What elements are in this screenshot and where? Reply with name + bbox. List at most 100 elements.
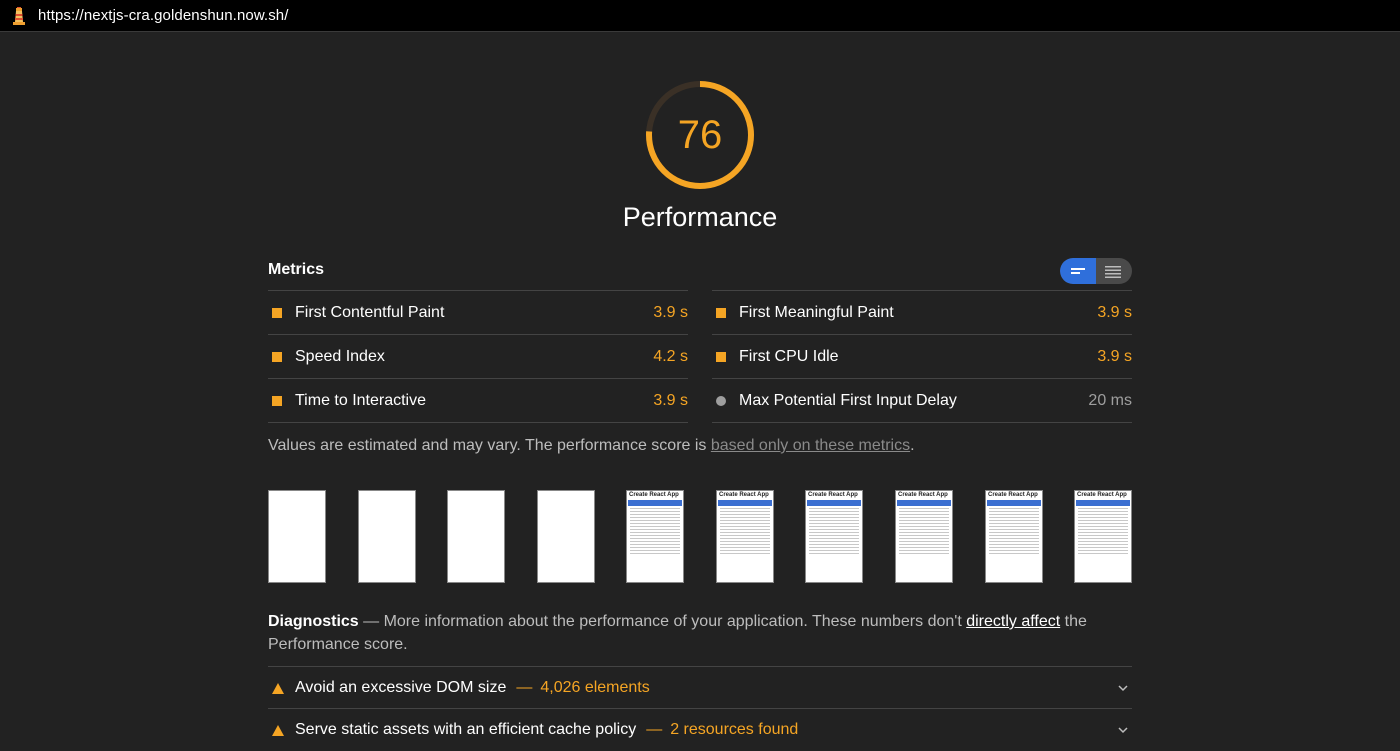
frame-row-line: [899, 553, 949, 554]
frame-row-line: [720, 541, 770, 542]
directly-affect-link[interactable]: directly affect: [966, 613, 1060, 630]
frame-row-line: [899, 541, 949, 542]
metric-time-to-interactive: Time to Interactive 3.9 s: [268, 378, 688, 423]
performance-gauge: 76: [644, 79, 756, 191]
metrics-header: Metrics: [268, 258, 1132, 290]
frame-title: Create React App: [719, 492, 769, 498]
frame-row-line: [989, 511, 1039, 512]
frame-row-line: [720, 553, 770, 554]
frame-row-line: [899, 544, 949, 545]
audit-dom-size[interactable]: Avoid an excessive DOM size — 4,026 elem…: [268, 666, 1132, 709]
metrics-title: Metrics: [268, 261, 325, 278]
audit-detail: 4,026 elements: [540, 679, 650, 696]
metric-name: First Contentful Paint: [295, 303, 445, 321]
note-end: .: [910, 437, 915, 454]
frame-row-line: [899, 529, 949, 530]
frame-row-line: [630, 523, 680, 524]
frame-row-line: [1078, 526, 1128, 527]
frame-row-line: [1078, 511, 1128, 512]
frame-row-line: [1078, 547, 1128, 548]
url-text[interactable]: https://nextjs-cra.goldenshun.now.sh/: [38, 7, 289, 24]
chevron-down-icon[interactable]: [1116, 723, 1130, 737]
filmstrip-frame: Create React App: [716, 490, 774, 583]
average-square-icon: [272, 351, 282, 362]
frame-row-line: [899, 550, 949, 551]
frame-row-line: [1078, 508, 1128, 509]
frame-row-line: [809, 523, 859, 524]
frame-row-line: [1078, 532, 1128, 533]
chevron-down-icon[interactable]: [1116, 681, 1130, 695]
compact-view-toggle[interactable]: [1060, 258, 1096, 284]
frame-row-line: [989, 508, 1039, 509]
metric-name: Time to Interactive: [295, 391, 427, 409]
frame-row-line: [630, 529, 680, 530]
metrics-link[interactable]: based only on these metrics: [711, 437, 910, 454]
metric-name: Max Potential First Input Delay: [739, 391, 957, 409]
frame-row-line: [989, 553, 1039, 554]
frame-header-bar: [628, 500, 682, 506]
frame-row-line: [809, 514, 859, 515]
frame-row-line: [630, 547, 680, 548]
metric-name: Speed Index: [295, 347, 385, 365]
frame-row-line: [1078, 538, 1128, 539]
filmstrip-frame: Create React App: [626, 490, 684, 583]
frame-row-line: [989, 550, 1039, 551]
average-square-icon: [272, 395, 282, 406]
frame-row-line: [809, 529, 859, 530]
frame-row-line: [1078, 514, 1128, 515]
metric-name: First CPU Idle: [739, 347, 839, 365]
frame-row-line: [1078, 529, 1128, 530]
filmstrip-frame: Create React App: [1074, 490, 1132, 583]
average-square-icon: [716, 351, 726, 362]
frame-row-line: [720, 547, 770, 548]
diagnostics-description: Diagnostics — More information about the…: [268, 610, 1132, 656]
filmstrip-frame: [268, 490, 326, 583]
frame-row-line: [720, 523, 770, 524]
diagnostics-title: Diagnostics: [268, 613, 359, 630]
frame-row-line: [720, 520, 770, 521]
filmstrip-frame: [358, 490, 416, 583]
frame-row-line: [630, 517, 680, 518]
frame-row-line: [809, 553, 859, 554]
metrics-right-column: First Meaningful Paint 3.9 s First CPU I…: [712, 290, 1132, 423]
frame-title: Create React App: [898, 492, 948, 498]
frame-row-line: [899, 514, 949, 515]
metrics-view-toggle[interactable]: [1060, 258, 1132, 284]
metric-first-meaningful-paint: First Meaningful Paint 3.9 s: [712, 290, 1132, 334]
frame-row-line: [989, 532, 1039, 533]
frame-row-line: [720, 544, 770, 545]
frame-title: Create React App: [988, 492, 1038, 498]
frame-row-line: [809, 517, 859, 518]
frame-row-line: [630, 511, 680, 512]
frame-row-line: [989, 538, 1039, 539]
expanded-view-toggle[interactable]: [1096, 258, 1132, 284]
lines-icon: [1071, 268, 1085, 274]
average-square-icon: [716, 307, 726, 318]
address-bar: https://nextjs-cra.goldenshun.now.sh/: [0, 0, 1400, 32]
lighthouse-icon: [12, 6, 26, 25]
filmstrip-frame: Create React App: [985, 490, 1043, 583]
metrics-note: Values are estimated and may vary. The p…: [268, 437, 915, 455]
metric-first-contentful-paint: First Contentful Paint 3.9 s: [268, 290, 688, 334]
frame-row-line: [630, 544, 680, 545]
average-square-icon: [272, 307, 282, 318]
frame-row-line: [809, 511, 859, 512]
frame-row-line: [899, 511, 949, 512]
gauge-score: 76: [677, 112, 723, 157]
frame-title: Create React App: [1077, 492, 1127, 498]
filmstrip: Create React App Create React App Create…: [268, 490, 1132, 583]
frame-row-line: [809, 544, 859, 545]
audit-title: Serve static assets with an efficient ca…: [295, 721, 637, 738]
frame-row-line: [630, 535, 680, 536]
frame-row-line: [720, 514, 770, 515]
metric-first-cpu-idle: First CPU Idle 3.9 s: [712, 334, 1132, 378]
frame-row-line: [809, 520, 859, 521]
frame-row-line: [899, 526, 949, 527]
frame-row-line: [630, 526, 680, 527]
frame-row-line: [989, 526, 1039, 527]
frame-row-line: [899, 535, 949, 536]
audit-cache-policy[interactable]: Serve static assets with an efficient ca…: [268, 708, 1132, 751]
frame-row-line: [1078, 553, 1128, 554]
metric-value: 3.9 s: [653, 303, 688, 321]
metric-value: 20 ms: [1088, 391, 1132, 409]
